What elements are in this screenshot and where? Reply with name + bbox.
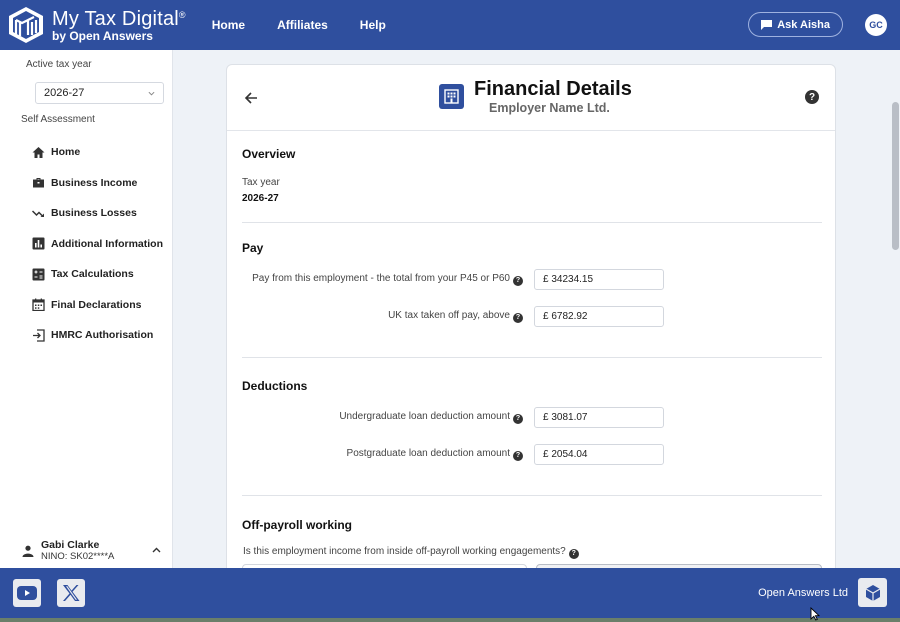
chevron-up-icon [152,547,161,553]
page-title: Financial Details [474,78,632,100]
postgraduate-loan-label: Postgraduate loan deduction amount? [347,448,523,461]
pay-label: Pay from this employment - the total fro… [252,273,523,286]
overview-heading: Overview [242,147,296,161]
user-name: Gabi Clarke [41,539,100,551]
help-icon[interactable]: ? [805,90,819,104]
tax-year-label: Tax year [242,177,280,188]
uk-tax-amount-input[interactable]: £ 6782.92 [534,306,664,327]
divider [242,357,822,358]
postgraduate-loan-input[interactable]: £ 2054.04 [534,444,664,465]
undergraduate-loan-label: Undergraduate loan deduction amount? [339,411,523,424]
desktop-background-strip [0,618,900,622]
sidebar-item-business-income[interactable]: Business Income [32,168,163,199]
off-payroll-question: Is this employment income from inside of… [243,546,579,559]
user-nino: NINO: SK02****A [41,551,115,562]
sidebar-item-label: Business Income [51,176,138,189]
sidebar-nav: Home Business Income Business Losses Add… [32,137,163,351]
main-nav: Home Affiliates Help [212,18,418,32]
sidebar-item-label: HMRC Authorisation [51,329,154,342]
calculator-icon [32,268,45,281]
card-header: Financial Details Employer Name Ltd. ? [227,65,835,131]
divider [242,495,822,496]
pay-label-text: Pay from this employment - the total fro… [252,273,510,284]
chevron-down-icon [148,91,155,96]
brand-subtitle: by Open Answers [52,28,153,43]
logo-cube-icon [9,7,43,43]
tax-year-value: 2026-27 [44,87,85,99]
footer-logo[interactable] [858,578,887,607]
undergraduate-loan-input[interactable]: £ 3081.07 [534,407,664,428]
self-assessment-label: Self Assessment [21,114,95,125]
ask-aisha-button[interactable]: Ask Aisha [748,12,843,37]
help-icon[interactable]: ? [513,312,523,323]
x-link[interactable] [57,579,85,607]
sidebar: Active tax year 2026-27 Self Assessment … [0,50,173,568]
help-icon[interactable]: ? [568,548,579,559]
sidebar-item-label: Final Declarations [51,298,142,311]
off-payroll-heading: Off-payroll working [242,518,353,532]
active-tax-year-label: Active tax year [26,59,92,70]
login-icon [33,329,45,342]
company-name: Open Answers Ltd [758,587,848,599]
pay-amount-input[interactable]: £ 34234.15 [534,269,664,290]
user-avatar[interactable]: GC [865,14,887,36]
youtube-link[interactable] [13,579,41,607]
sidebar-item-label: Tax Calculations [51,268,134,281]
uk-tax-label: UK tax taken off pay, above? [388,310,523,323]
user-profile-toggle[interactable]: Gabi Clarke NINO: SK02****A [22,538,167,566]
top-bar: My Tax Digital® by Open Answers Home Aff… [0,0,900,50]
nav-home[interactable]: Home [212,18,245,32]
employer-name: Employer Name Ltd. [489,101,610,115]
pay-heading: Pay [242,241,264,255]
chat-icon [761,19,773,30]
home-icon [32,146,45,158]
help-icon[interactable]: ? [513,275,523,286]
deductions-heading: Deductions [242,379,308,393]
mouse-cursor-icon [810,607,820,621]
nav-help[interactable]: Help [360,18,386,32]
cube-icon [865,584,880,601]
help-icon[interactable]: ? [513,413,523,424]
tax-year-value: 2026-27 [242,193,279,204]
off-payroll-question-text: Is this employment income from inside of… [243,546,566,557]
postgraduate-loan-label-text: Postgraduate loan deduction amount [346,448,510,459]
scrollbar-thumb[interactable] [892,102,899,250]
bar-chart-icon [32,237,45,250]
sidebar-item-label: Additional Information [51,237,163,250]
footer-bar: Open Answers Ltd [0,568,900,618]
building-icon [439,84,464,109]
trending-down-icon [32,210,44,217]
sidebar-item-additional-information[interactable]: Additional Information [32,229,163,260]
arrow-back-icon[interactable] [244,91,258,105]
financial-details-card: Financial Details Employer Name Ltd. ? O… [226,64,836,568]
person-icon [22,545,34,557]
sidebar-item-tax-calculations[interactable]: Tax Calculations [32,259,163,290]
app-logo[interactable]: My Tax Digital® by Open Answers [6,5,186,45]
briefcase-icon [33,178,44,188]
youtube-icon [17,586,37,600]
sidebar-item-label: Business Losses [51,207,137,220]
sidebar-item-home[interactable]: Home [32,137,163,168]
calendar-icon [32,298,45,312]
brand-title: My Tax Digital [52,7,179,30]
main-content: Financial Details Employer Name Ltd. ? O… [174,50,900,568]
nav-affiliates[interactable]: Affiliates [277,18,328,32]
uk-tax-label-text: UK tax taken off pay, above [388,310,510,321]
sidebar-item-hmrc-authorisation[interactable]: HMRC Authorisation [32,320,163,351]
ask-aisha-label: Ask Aisha [777,18,830,31]
sidebar-item-final-declarations[interactable]: Final Declarations [32,290,163,321]
divider [242,222,822,223]
sidebar-item-business-losses[interactable]: Business Losses [32,198,163,229]
undergraduate-loan-label-text: Undergraduate loan deduction amount [339,411,510,422]
tax-year-select[interactable]: 2026-27 [35,82,164,104]
help-icon[interactable]: ? [513,450,523,461]
sidebar-item-label: Home [51,146,81,159]
x-icon [63,585,80,601]
brand-registered-mark: ® [178,9,186,20]
